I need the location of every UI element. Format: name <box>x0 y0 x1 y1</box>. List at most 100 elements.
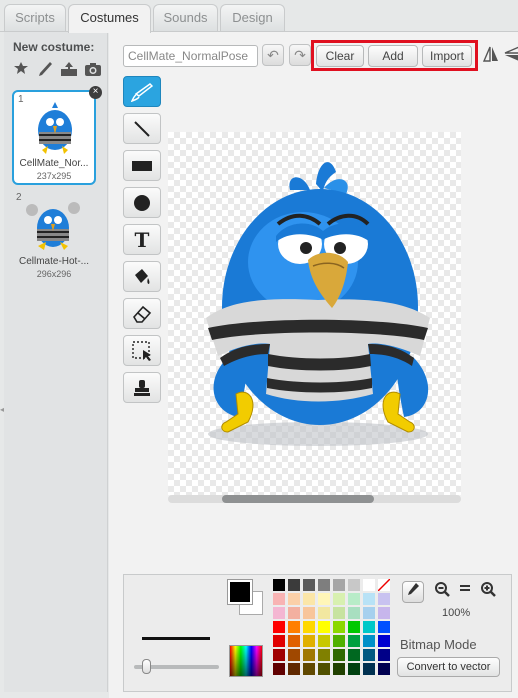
palette-swatch[interactable] <box>363 621 375 633</box>
palette-swatch[interactable] <box>273 607 285 619</box>
palette-swatch[interactable] <box>363 593 375 605</box>
palette-swatch[interactable] <box>333 621 345 633</box>
palette-swatch[interactable] <box>333 607 345 619</box>
rectangle-tool[interactable] <box>123 150 161 181</box>
import-button[interactable]: Import <box>422 45 472 67</box>
palette-swatch[interactable] <box>363 607 375 619</box>
palette-swatch[interactable] <box>288 579 300 591</box>
clear-button[interactable]: Clear <box>316 45 364 67</box>
brush-tool[interactable] <box>123 76 161 107</box>
palette-swatch[interactable] <box>318 649 330 661</box>
equals-icon <box>460 585 470 591</box>
color-picker-spectrum[interactable] <box>229 645 263 677</box>
palette-swatch[interactable] <box>318 635 330 647</box>
palette-swatch[interactable] <box>378 607 390 619</box>
palette-swatch[interactable] <box>363 579 375 591</box>
tab-costumes[interactable]: Costumes <box>68 4 151 33</box>
scrollbar-thumb[interactable] <box>222 495 374 503</box>
paint-brush-icon[interactable] <box>36 60 54 78</box>
palette-swatch[interactable] <box>333 579 345 591</box>
palette-swatch[interactable] <box>303 593 315 605</box>
palette-swatch[interactable] <box>288 593 300 605</box>
convert-to-vector-button[interactable]: Convert to vector <box>397 657 500 677</box>
palette-swatch[interactable] <box>318 579 330 591</box>
stroke-width-slider-knob[interactable] <box>142 659 151 674</box>
upload-icon[interactable] <box>60 60 78 78</box>
palette-swatch[interactable] <box>378 663 390 675</box>
palette-swatch[interactable] <box>318 663 330 675</box>
palette-swatch[interactable] <box>273 593 285 605</box>
palette-swatch[interactable] <box>273 621 285 633</box>
palette-swatch[interactable] <box>348 621 360 633</box>
palette-swatch[interactable] <box>378 649 390 661</box>
eraser-tool[interactable] <box>123 298 161 329</box>
palette-swatch[interactable] <box>363 663 375 675</box>
palette-swatch[interactable] <box>288 621 300 633</box>
palette-swatch[interactable] <box>273 649 285 661</box>
palette-swatch[interactable] <box>288 663 300 675</box>
palette-swatch[interactable] <box>333 649 345 661</box>
primary-color-swatch[interactable] <box>227 579 253 605</box>
costume-index: 2 <box>16 192 22 203</box>
flip-vertical-icon[interactable] <box>502 45 518 67</box>
palette-swatch[interactable] <box>288 649 300 661</box>
palette-swatch[interactable] <box>333 635 345 647</box>
palette-swatch[interactable] <box>348 607 360 619</box>
zoom-level: 100% <box>442 607 471 619</box>
drawing-canvas[interactable] <box>168 132 461 495</box>
tab-scripts[interactable]: Scripts <box>4 4 66 32</box>
paint-bucket-icon <box>135 268 150 284</box>
tab-sounds[interactable]: Sounds <box>153 4 218 32</box>
palette-swatch[interactable] <box>348 593 360 605</box>
palette-swatch[interactable] <box>288 635 300 647</box>
palette-swatch[interactable] <box>273 663 285 675</box>
eyedropper-button[interactable] <box>402 581 424 603</box>
tab-design[interactable]: Design <box>220 4 285 32</box>
palette-swatch[interactable] <box>303 663 315 675</box>
palette-swatch[interactable] <box>348 635 360 647</box>
palette-swatch[interactable] <box>348 663 360 675</box>
palette-swatch[interactable] <box>378 621 390 633</box>
line-tool[interactable] <box>123 113 161 144</box>
select-tool[interactable] <box>123 335 161 366</box>
palette-swatch[interactable] <box>303 579 315 591</box>
palette-swatch[interactable] <box>333 593 345 605</box>
fill-tool[interactable] <box>123 261 161 292</box>
ellipse-tool[interactable] <box>123 187 161 218</box>
palette-swatch[interactable] <box>318 593 330 605</box>
palette-swatch-transparent[interactable] <box>377 578 391 592</box>
flip-horizontal-icon[interactable] <box>481 45 501 67</box>
palette-swatch[interactable] <box>333 663 345 675</box>
costume-name: CellMate_Nor... <box>19 158 89 169</box>
palette-swatch[interactable] <box>378 593 390 605</box>
costume-thumbnail-2[interactable]: 2 Cellmate-Hot-... 296x296 <box>12 190 96 285</box>
text-tool[interactable]: T <box>123 224 161 255</box>
palette-swatch[interactable] <box>273 635 285 647</box>
palette-swatch[interactable] <box>363 635 375 647</box>
palette-swatch[interactable] <box>318 621 330 633</box>
canvas-horizontal-scrollbar[interactable] <box>168 495 461 503</box>
palette-swatch[interactable] <box>273 579 285 591</box>
palette-swatch[interactable] <box>378 635 390 647</box>
undo-button[interactable]: ↶ <box>262 44 284 66</box>
redo-button[interactable]: ↷ <box>289 44 311 66</box>
palette-swatch[interactable] <box>303 621 315 633</box>
palette-swatch[interactable] <box>288 607 300 619</box>
add-button[interactable]: Add <box>368 45 418 67</box>
zoom-in-button[interactable] <box>478 581 498 601</box>
zoom-out-button[interactable] <box>432 581 452 601</box>
library-sprite-icon[interactable] <box>12 60 30 78</box>
stamp-tool[interactable] <box>123 372 161 403</box>
palette-swatch[interactable] <box>318 607 330 619</box>
camera-icon[interactable] <box>84 60 102 78</box>
palette-swatch[interactable] <box>363 649 375 661</box>
zoom-reset-button[interactable] <box>455 581 475 601</box>
palette-swatch[interactable] <box>303 607 315 619</box>
palette-swatch[interactable] <box>303 649 315 661</box>
costume-name-input[interactable] <box>123 45 258 67</box>
palette-swatch[interactable] <box>303 635 315 647</box>
costume-thumbnail-1[interactable]: 1 CellMate_Nor... 237x295 × <box>12 86 102 185</box>
palette-swatch[interactable] <box>348 579 360 591</box>
palette-swatch[interactable] <box>348 649 360 661</box>
delete-costume-button[interactable]: × <box>89 86 102 99</box>
